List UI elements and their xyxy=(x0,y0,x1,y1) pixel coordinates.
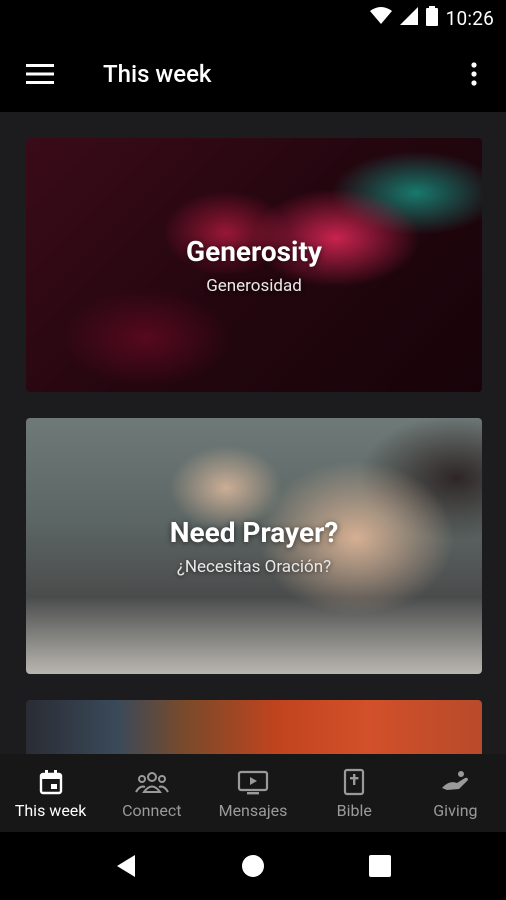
card-overlay: Generosity Generosidad xyxy=(26,138,482,392)
more-vert-icon xyxy=(471,62,477,86)
card-subtitle: ¿Necesitas Oración? xyxy=(176,556,332,577)
nav-item-giving[interactable]: Giving xyxy=(405,754,506,832)
recents-square-icon xyxy=(369,855,391,877)
home-button[interactable] xyxy=(239,852,267,880)
nav-item-connect[interactable]: Connect xyxy=(101,754,202,832)
cell-signal-icon xyxy=(399,7,418,29)
card-partial[interactable] xyxy=(26,700,482,754)
bible-icon xyxy=(344,768,365,796)
status-bar: 10:26 xyxy=(0,0,506,36)
giving-hand-icon xyxy=(442,771,469,790)
page-title: This week xyxy=(103,60,212,88)
nav-label: Mensajes xyxy=(218,801,288,820)
recents-button[interactable] xyxy=(366,852,394,880)
menu-button[interactable] xyxy=(20,56,60,92)
home-circle-icon xyxy=(242,855,264,877)
calendar-icon xyxy=(39,770,62,795)
back-button[interactable] xyxy=(112,852,140,880)
nav-item-this-week[interactable]: This week xyxy=(0,754,101,832)
card-subtitle: Generosidad xyxy=(206,275,302,296)
card-overlay: Need Prayer? ¿Necesitas Oración? xyxy=(26,418,482,674)
nav-item-bible[interactable]: Bible xyxy=(304,754,405,832)
nav-label: Connect xyxy=(122,801,182,820)
tv-play-icon xyxy=(237,770,269,795)
card-title: Need Prayer? xyxy=(169,515,339,549)
wifi-icon xyxy=(369,7,392,29)
back-triangle-icon xyxy=(117,855,135,877)
app-bar: This week xyxy=(0,36,506,112)
hamburger-menu-icon xyxy=(26,64,54,84)
bottom-navigation: This week Connect Mensajes Bible Giving xyxy=(0,754,506,832)
group-icon xyxy=(134,772,169,793)
battery-icon xyxy=(425,6,438,30)
status-time: 10:26 xyxy=(445,6,494,30)
nav-item-mensajes[interactable]: Mensajes xyxy=(202,754,303,832)
card-need-prayer[interactable]: Need Prayer? ¿Necesitas Oración? xyxy=(26,418,482,674)
card-list: Generosity Generosidad Need Prayer? ¿Nec… xyxy=(0,112,506,754)
status-icons: 10:26 xyxy=(369,6,494,30)
system-navigation-bar xyxy=(0,832,506,900)
nav-label: Bible xyxy=(336,801,372,820)
nav-label: This week xyxy=(14,801,87,820)
card-generosity[interactable]: Generosity Generosidad xyxy=(26,138,482,392)
nav-label: Giving xyxy=(433,801,478,820)
card-title: Generosity xyxy=(185,234,323,268)
more-options-button[interactable] xyxy=(456,56,492,92)
